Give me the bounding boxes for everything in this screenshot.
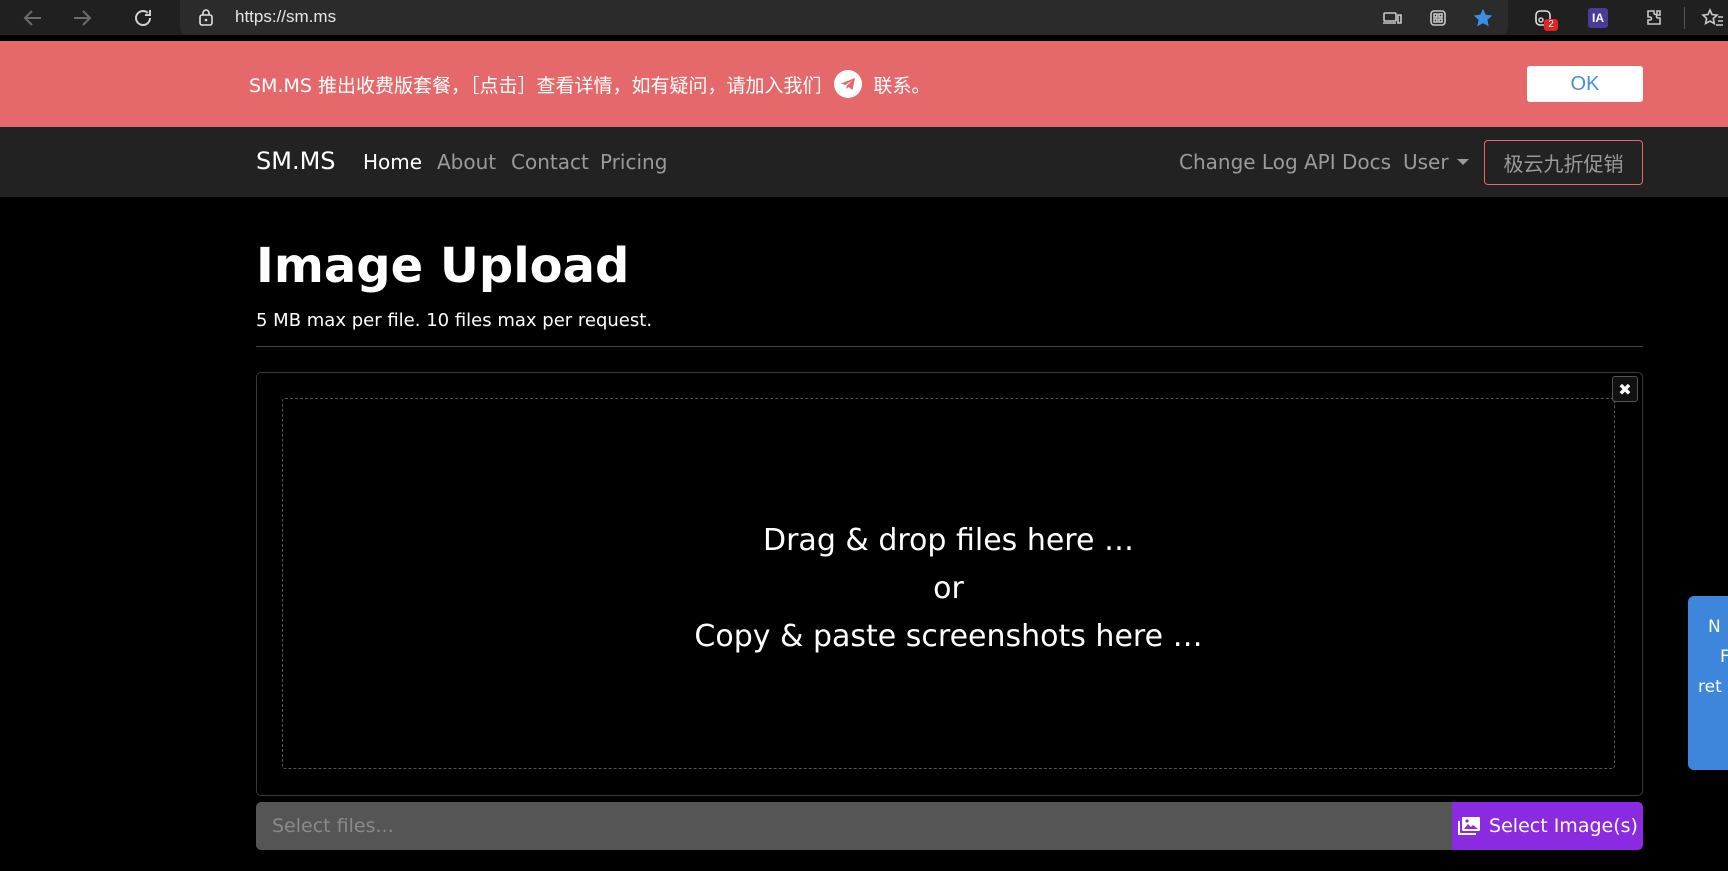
divider bbox=[256, 346, 1643, 347]
extensions-puzzle-icon[interactable] bbox=[1639, 4, 1669, 32]
extension-badge-icon[interactable]: 2 bbox=[1528, 4, 1558, 32]
page-title: Image Upload bbox=[256, 238, 630, 294]
toolbar-divider bbox=[1684, 7, 1685, 29]
images-icon bbox=[1458, 817, 1481, 835]
user-menu-label: User bbox=[1403, 150, 1449, 174]
back-button[interactable] bbox=[18, 4, 48, 32]
select-images-button[interactable]: Select Image(s) bbox=[1452, 802, 1643, 850]
browser-toolbar: https://sm.ms 2 IA bbox=[0, 0, 1728, 35]
banner-text-before[interactable]: SM.MS 推出收费版套餐，［点击］查看详情，如有疑问，请加入我们 bbox=[249, 71, 822, 98]
url-text: https://sm.ms bbox=[235, 7, 337, 26]
drop-line-2: or bbox=[933, 571, 964, 606]
main-navbar: SM.MS Home About Contact Pricing Change … bbox=[0, 127, 1728, 197]
banner-text-after: 联系。 bbox=[873, 74, 931, 97]
banner-ok-button[interactable]: OK bbox=[1527, 66, 1643, 102]
address-bar[interactable]: https://sm.ms bbox=[180, 0, 1508, 35]
banner-message: SM.MS 推出收费版套餐，［点击］查看详情，如有疑问，请加入我们 联系。 bbox=[249, 70, 931, 98]
drop-zone[interactable]: Drag & drop files here … or Copy & paste… bbox=[282, 398, 1615, 769]
side-tab-text: N F ret bbox=[1698, 617, 1728, 697]
page-subtitle: 5 MB max per file. 10 files max per requ… bbox=[256, 310, 653, 331]
favorites-list-icon[interactable] bbox=[1697, 4, 1727, 32]
nav-home[interactable]: Home bbox=[363, 150, 422, 174]
nav-contact[interactable]: Contact bbox=[511, 150, 589, 174]
arrow-right-icon bbox=[74, 10, 92, 26]
forward-button[interactable] bbox=[67, 4, 97, 32]
device-icon[interactable] bbox=[1377, 4, 1407, 32]
drop-line-1: Drag & drop files here … bbox=[763, 523, 1134, 558]
nav-api-docs[interactable]: API Docs bbox=[1304, 150, 1391, 174]
promo-button[interactable]: 极云九折促销 bbox=[1484, 140, 1643, 185]
arrow-left-icon bbox=[23, 10, 41, 26]
caret-down-icon bbox=[1456, 159, 1469, 165]
select-images-label: Select Image(s) bbox=[1489, 815, 1638, 837]
announcement-banner: SM.MS 推出收费版套餐，［点击］查看详情，如有疑问，请加入我们 联系。 OK bbox=[0, 41, 1728, 127]
extension-badge-count: 2 bbox=[1544, 19, 1558, 31]
brand-logo[interactable]: SM.MS bbox=[256, 147, 336, 175]
favorite-star-icon[interactable] bbox=[1468, 4, 1498, 32]
file-select-input[interactable] bbox=[256, 802, 1453, 850]
upload-box: ✖ Drag & drop files here … or Copy & pas… bbox=[256, 372, 1643, 796]
telegram-icon[interactable] bbox=[833, 70, 862, 98]
close-upload-button[interactable]: ✖ bbox=[1612, 376, 1638, 402]
nav-pricing[interactable]: Pricing bbox=[600, 150, 667, 174]
file-select-row: Select Image(s) bbox=[256, 802, 1643, 850]
reload-button[interactable] bbox=[128, 4, 158, 32]
reload-icon bbox=[135, 10, 151, 26]
nav-change-log[interactable]: Change Log bbox=[1179, 150, 1298, 174]
lock-icon bbox=[199, 9, 213, 26]
apps-icon[interactable] bbox=[1423, 4, 1453, 32]
ia-extension-icon[interactable]: IA bbox=[1583, 4, 1613, 32]
nav-user-dropdown[interactable]: User bbox=[1403, 150, 1469, 174]
drop-zone-text: Drag & drop files here … or Copy & paste… bbox=[283, 517, 1614, 661]
side-floating-tab[interactable]: N F ret bbox=[1688, 596, 1728, 770]
nav-about[interactable]: About bbox=[437, 150, 496, 174]
drop-line-3: Copy & paste screenshots here … bbox=[694, 619, 1203, 654]
